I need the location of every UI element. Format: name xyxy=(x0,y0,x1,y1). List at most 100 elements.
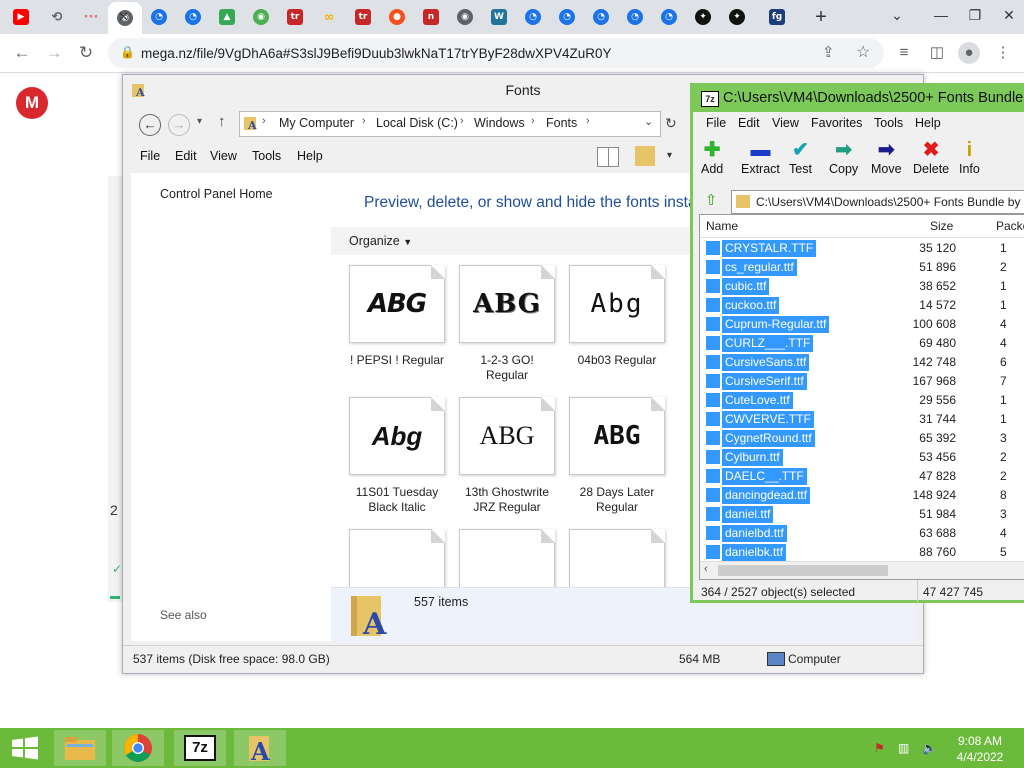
browser-tab[interactable]: ◔ xyxy=(656,4,682,30)
address-bar[interactable]: 🔒 mega.nz/file/9VgDhA6a#S3slJ9Befi9Duub3… xyxy=(108,38,884,68)
file-row[interactable]: Cylburn.ttf 53 456 2 xyxy=(700,448,1024,467)
browser-tab[interactable]: ◉ xyxy=(248,4,274,30)
browser-tab[interactable]: tr xyxy=(282,4,308,30)
menu-file[interactable]: File xyxy=(140,149,160,163)
scrollbar-thumb[interactable] xyxy=(718,565,888,576)
file-row[interactable]: CursiveSans.ttf 142 748 6 xyxy=(700,353,1024,372)
font-item[interactable]: Abg 04b03 Regular xyxy=(567,265,667,368)
url-text[interactable]: mega.nz/file/9VgDhA6a#S3slJ9Befi9Duub3lw… xyxy=(141,46,612,61)
bookmark-star-icon[interactable]: ☆ xyxy=(856,42,870,62)
sz-menu-favorites[interactable]: Favorites xyxy=(811,116,862,130)
sz-menu-file[interactable]: File xyxy=(706,116,726,130)
sevenzip-path-field[interactable]: C:\Users\VM4\Downloads\2500+ Fonts Bundl… xyxy=(731,190,1024,214)
file-row[interactable]: dancingdead.ttf 148 924 8 xyxy=(700,486,1024,505)
browser-tab[interactable]: ▶ xyxy=(8,4,34,30)
explorer-back-icon[interactable]: ← xyxy=(139,114,161,136)
breadcrumb-local-disk[interactable]: Local Disk (C:) xyxy=(376,116,458,130)
sz-menu-tools[interactable]: Tools xyxy=(874,116,903,130)
font-item[interactable] xyxy=(457,529,557,587)
control-panel-home-link[interactable]: Control Panel Home xyxy=(160,187,273,201)
file-row[interactable]: cubic.ttf 38 652 1 xyxy=(700,277,1024,296)
file-row[interactable]: danielbk.ttf 88 760 5 xyxy=(700,543,1024,562)
file-row[interactable]: Cuprum-Regular.ttf 100 608 4 xyxy=(700,315,1024,334)
browser-tab[interactable]: ··· xyxy=(78,4,104,30)
sevenzip-title-bar[interactable]: 7z C:\Users\VM4\Downloads\2500+ Fonts Bu… xyxy=(693,86,1024,112)
fonts-app[interactable]: A xyxy=(234,730,286,766)
browser-tab[interactable]: ▲ xyxy=(214,4,240,30)
menu-edit[interactable]: Edit xyxy=(175,149,197,163)
reload-icon[interactable]: ↻ xyxy=(74,42,98,64)
extract-button[interactable]: ▬ Extract xyxy=(741,138,780,176)
menu-tools[interactable]: Tools xyxy=(252,149,281,163)
font-item[interactable]: ABG 13th Ghostwrite JRZ Regular xyxy=(457,397,557,515)
browser-tab[interactable]: ● xyxy=(384,4,410,30)
test-button[interactable]: ✔ Test xyxy=(789,138,812,176)
up-arrow-icon[interactable]: ↑ xyxy=(218,113,226,130)
menu-help[interactable]: Help xyxy=(297,149,323,163)
font-item[interactable]: ABG 28 Days Later Regular xyxy=(567,397,667,515)
sz-menu-view[interactable]: View xyxy=(772,116,799,130)
move-button[interactable]: ➡ Move xyxy=(871,138,902,176)
view-options-icon[interactable] xyxy=(635,146,655,166)
file-explorer-app[interactable] xyxy=(54,730,106,766)
font-item[interactable] xyxy=(567,529,667,587)
file-row[interactable]: CRYSTALR.TTF 35 120 1 xyxy=(700,239,1024,258)
browser-tab[interactable]: ✦ xyxy=(690,4,716,30)
browser-tab[interactable]: ◔ xyxy=(180,4,206,30)
column-size[interactable]: Size xyxy=(930,219,953,233)
share-icon[interactable]: ⇪ xyxy=(822,43,835,61)
preview-pane-icon[interactable] xyxy=(597,147,619,167)
column-packed[interactable]: Packe xyxy=(996,219,1024,233)
horizontal-scrollbar[interactable]: ‹ xyxy=(700,561,1024,579)
breadcrumb-fonts[interactable]: Fonts xyxy=(546,116,577,130)
organize-button[interactable]: Organize ▼ xyxy=(349,234,412,248)
browser-tab[interactable]: ✦ xyxy=(724,4,750,30)
browser-tab[interactable]: W xyxy=(486,4,512,30)
close-tab-icon[interactable]: ✕ xyxy=(118,9,129,25)
column-name[interactable]: Name xyxy=(706,219,738,233)
refresh-icon[interactable]: ↻ xyxy=(665,115,677,132)
add-button[interactable]: ✚ Add xyxy=(701,138,723,176)
browser-tab[interactable]: ◔ xyxy=(588,4,614,30)
side-panel-icon[interactable]: ◫ xyxy=(926,42,948,64)
scroll-left-icon[interactable]: ‹ xyxy=(704,563,708,575)
breadcrumb-my-computer[interactable]: My Computer xyxy=(279,116,354,130)
info-button[interactable]: i Info xyxy=(959,138,980,176)
browser-tab[interactable]: ◉ xyxy=(452,4,478,30)
media-controls-icon[interactable]: ≡ xyxy=(893,42,915,64)
menu-view[interactable]: View xyxy=(210,149,237,163)
network-icon[interactable]: ▥ xyxy=(898,741,909,755)
file-row[interactable]: cs_regular.ttf 51 896 2 xyxy=(700,258,1024,277)
sevenzip-app[interactable]: 7z xyxy=(174,730,226,766)
browser-tab[interactable]: tr xyxy=(350,4,376,30)
forward-arrow-icon[interactable]: → xyxy=(42,42,66,64)
minimize-icon[interactable]: — xyxy=(924,0,958,34)
folder-up-icon[interactable]: ⇧ xyxy=(701,191,721,211)
view-dropdown-icon[interactable]: ▾ xyxy=(667,150,672,161)
breadcrumb-windows[interactable]: Windows xyxy=(474,116,525,130)
browser-tab[interactable]: ◔ xyxy=(520,4,546,30)
sz-menu-help[interactable]: Help xyxy=(915,116,941,130)
file-row[interactable]: CygnetRound.ttf 65 392 3 xyxy=(700,429,1024,448)
chrome-app[interactable] xyxy=(112,730,164,766)
volume-muted-icon[interactable]: 🔈 xyxy=(922,741,937,755)
start-button[interactable] xyxy=(0,730,50,766)
file-row[interactable]: CuteLove.ttf 29 556 1 xyxy=(700,391,1024,410)
file-row[interactable]: CursiveSerif.ttf 167 968 7 xyxy=(700,372,1024,391)
sz-menu-edit[interactable]: Edit xyxy=(738,116,760,130)
font-item[interactable]: ABG 1-2-3 GO! Regular xyxy=(457,265,557,383)
browser-tab[interactable]: n xyxy=(418,4,444,30)
window-close-icon[interactable]: ✕ xyxy=(992,0,1024,34)
file-row[interactable]: cuckoo.ttf 14 572 1 xyxy=(700,296,1024,315)
new-tab-button[interactable]: + xyxy=(808,4,834,30)
address-dropdown-icon[interactable]: ⌄ xyxy=(644,115,653,128)
browser-tab[interactable]: fg xyxy=(764,4,790,30)
file-row[interactable]: daniel.ttf 51 984 3 xyxy=(700,505,1024,524)
lock-icon[interactable]: 🔒 xyxy=(120,45,135,59)
browser-tab[interactable]: ◔ xyxy=(622,4,648,30)
delete-button[interactable]: ✖ Delete xyxy=(913,138,949,176)
recent-locations-icon[interactable]: ▾ xyxy=(197,116,202,127)
restore-icon[interactable]: ❐ xyxy=(958,0,992,34)
system-clock[interactable]: 9:08 AM 4/4/2022 xyxy=(944,733,1016,765)
font-item[interactable] xyxy=(347,529,447,587)
